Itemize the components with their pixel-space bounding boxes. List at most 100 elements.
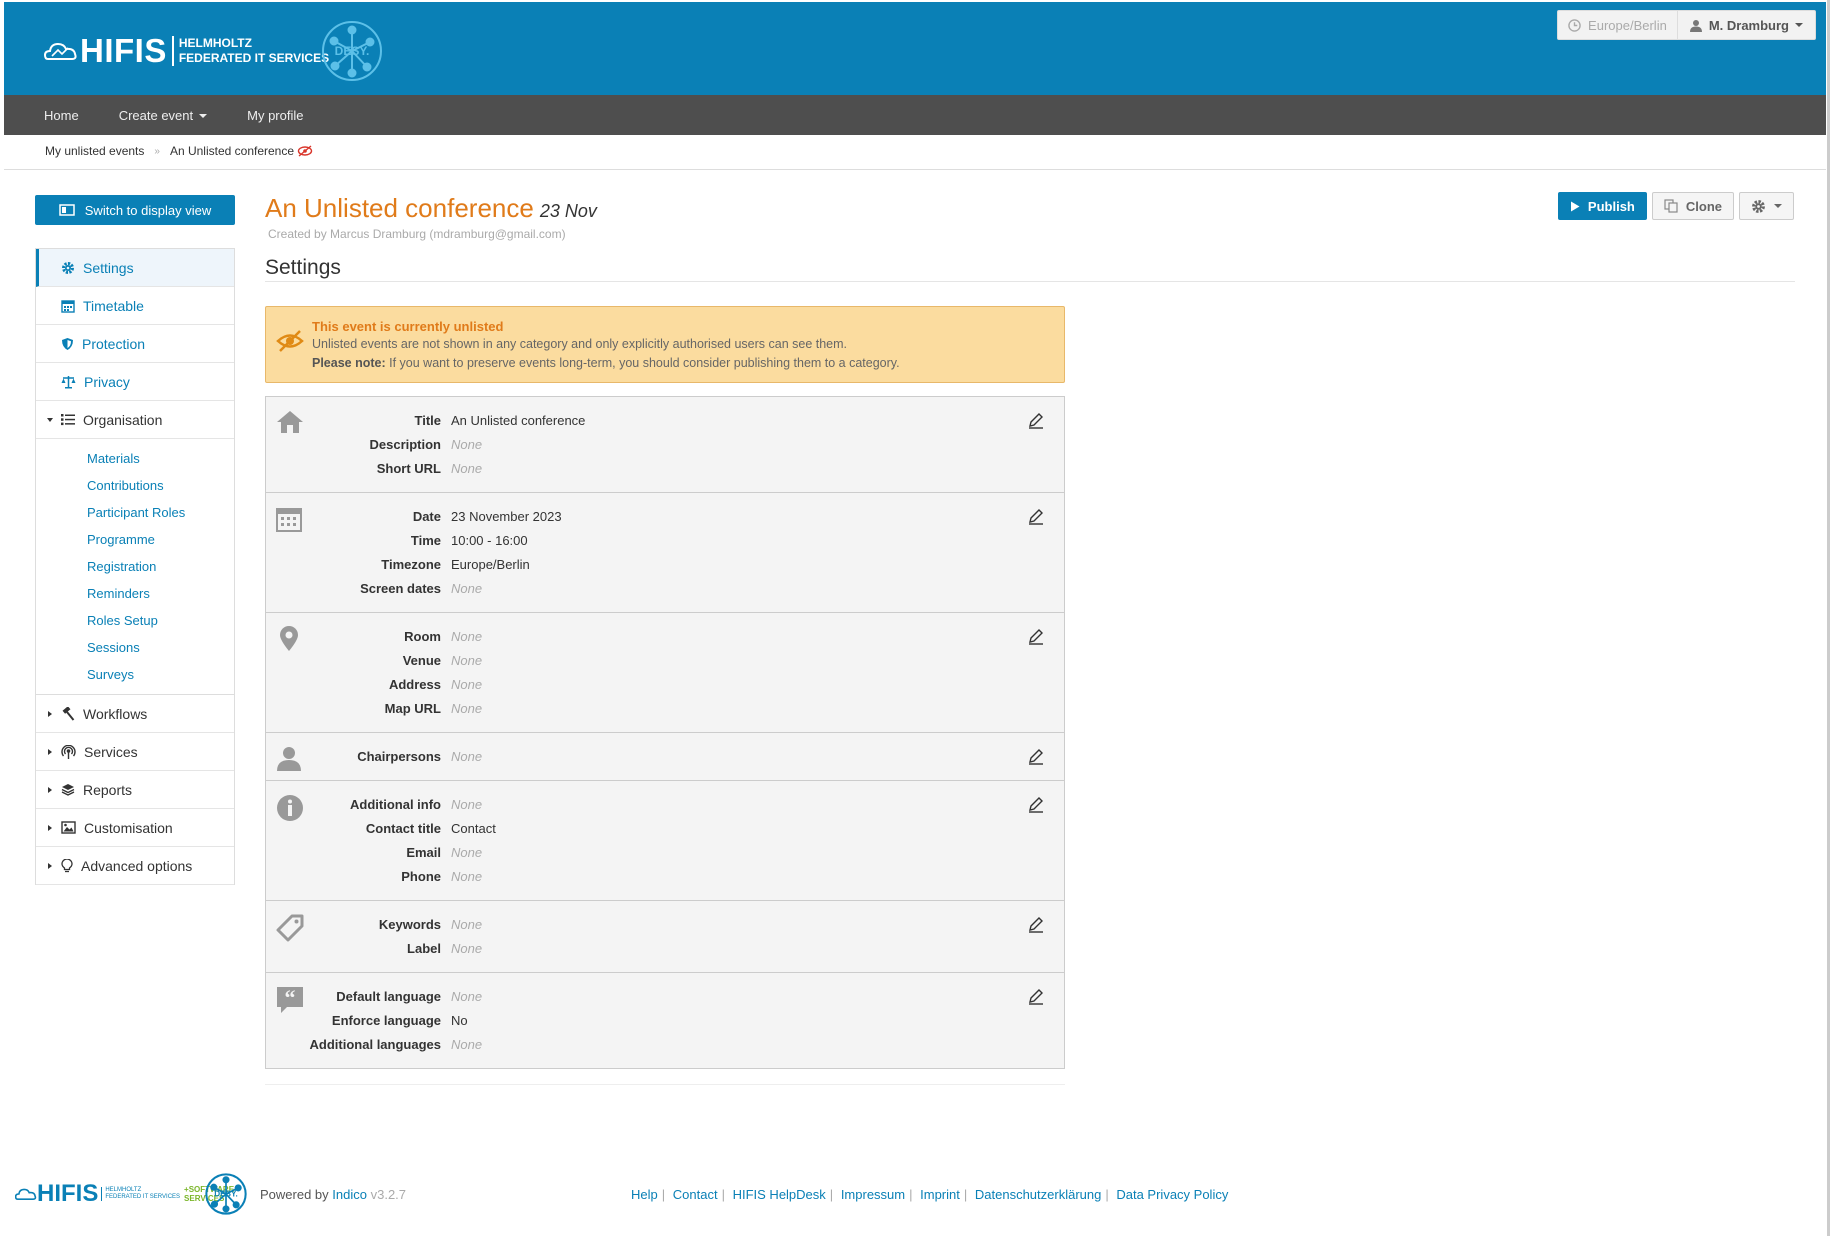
created-by: Created by Marcus Dramburg (mdramburg@gm… — [268, 227, 566, 241]
user-controls: Europe/Berlin M. Dramburg — [1557, 10, 1816, 40]
footer-link-helpdesk[interactable]: HIFIS HelpDesk — [733, 1187, 826, 1202]
eye-slash-icon — [297, 145, 313, 157]
footer-brand-word: HIFIS — [37, 1180, 99, 1207]
sidebar-subitem-registration[interactable]: Registration — [36, 553, 234, 580]
sidebar-subitem-roles-setup[interactable]: Roles Setup — [36, 607, 234, 634]
field-value: None — [451, 580, 483, 596]
sidebar-subitem-reminders[interactable]: Reminders — [36, 580, 234, 607]
sidebar-item-reports[interactable]: Reports — [36, 771, 234, 809]
sidebar-subitem-contributions[interactable]: Contributions — [36, 472, 234, 499]
field-value: None — [451, 700, 483, 716]
timezone-button[interactable]: Europe/Berlin — [1558, 11, 1678, 39]
field-label: Time — [410, 532, 441, 548]
clone-button[interactable]: Clone — [1651, 192, 1734, 220]
user-menu-button[interactable]: M. Dramburg — [1678, 11, 1815, 39]
footer-link-datenschutz[interactable]: Datenschutzerklärung — [975, 1187, 1101, 1202]
event-title: An Unlisted conference 23 Nov — [265, 193, 597, 224]
field-value: None — [451, 988, 483, 1004]
sidebar-subitem-programme[interactable]: Programme — [36, 526, 234, 553]
breadcrumb-parent[interactable]: My unlisted events — [45, 144, 144, 158]
footer-link-impressum[interactable]: Impressum — [841, 1187, 905, 1202]
field-row: Time 10:00 - 16:00 — [266, 528, 1064, 552]
field-label: Additional languages — [309, 1036, 441, 1052]
breadcrumb-current[interactable]: An Unlisted conference — [170, 144, 294, 158]
scale-icon — [61, 375, 76, 388]
publish-label: Publish — [1587, 198, 1635, 214]
field-row: Default language None — [266, 984, 1064, 1008]
field-value: None — [451, 628, 483, 644]
sidebar-item-label: Privacy — [84, 373, 130, 390]
footer-link-contact[interactable]: Contact — [673, 1187, 718, 1202]
settings-section-general: Title An Unlisted conference Description N… — [266, 397, 1064, 493]
hifis-logo[interactable]: HIFIS HELMHOLTZ FEDERATED IT SERVICES — [44, 32, 329, 70]
menu-my-profile[interactable]: My profile — [227, 108, 323, 123]
chevron-down-icon — [1774, 204, 1782, 208]
field-label: Email — [406, 844, 441, 860]
sidebar-subitem-sessions[interactable]: Sessions — [36, 634, 234, 661]
sidebar-item-timetable[interactable]: Timetable — [36, 287, 234, 325]
menu-home[interactable]: Home — [4, 108, 99, 123]
pencil-icon[interactable] — [1027, 627, 1045, 645]
sidebar-item-customisation[interactable]: Customisation — [36, 809, 234, 847]
field-label: Address — [388, 676, 441, 692]
sidebar-item-workflows[interactable]: Workflows — [36, 695, 234, 733]
header-banner: HIFIS HELMHOLTZ FEDERATED IT SERVICES DE… — [4, 2, 1826, 95]
timezone-label: Europe/Berlin — [1588, 17, 1667, 33]
pencil-icon[interactable] — [1027, 507, 1045, 525]
pencil-icon[interactable] — [1027, 915, 1045, 933]
footer-link-help[interactable]: Help — [631, 1187, 658, 1202]
field-row: Title An Unlisted conference — [266, 408, 1064, 432]
field-value: An Unlisted conference — [451, 412, 586, 428]
field-value: Europe/Berlin — [451, 556, 530, 572]
divider — [265, 281, 1795, 282]
sidebar-item-label: Advanced options — [81, 857, 193, 874]
sidebar-item-settings[interactable]: Settings — [36, 249, 234, 287]
field-row: Description None — [266, 432, 1064, 456]
caret-right-icon — [48, 749, 52, 755]
pencil-icon[interactable] — [1027, 987, 1045, 1005]
desy-text: DESY. — [214, 1190, 237, 1199]
event-title-text: An Unlisted conference — [265, 193, 534, 223]
cloud-logo-icon — [44, 42, 77, 60]
footer-brand-subtitle: HELMHOLTZ FEDERATED IT SERVICES — [101, 1187, 180, 1201]
quote-icon: “ — [277, 985, 303, 1013]
pencil-icon[interactable] — [1027, 411, 1045, 429]
switch-to-display-view-button[interactable]: Switch to display view — [35, 195, 235, 225]
warning-note-text: If you want to preserve events long-term… — [389, 356, 900, 370]
sidebar-item-organisation[interactable]: Organisation — [36, 401, 234, 439]
field-value: Contact — [451, 820, 496, 836]
event-date: 23 Nov — [539, 201, 597, 221]
field-row: Keywords None — [266, 912, 1064, 936]
field-label: Screen dates — [360, 580, 441, 596]
sidebar-item-advanced-options[interactable]: Advanced options — [36, 847, 234, 885]
menu-create-event[interactable]: Create event — [99, 108, 227, 123]
info-icon — [277, 795, 303, 821]
sidebar-item-label: Protection — [82, 335, 146, 352]
sidebar-item-services[interactable]: Services — [36, 733, 234, 771]
settings-section-location: Room None Venue None Address None Map URL No… — [266, 613, 1064, 733]
sidebar-subitem-participant-roles[interactable]: Participant Roles — [36, 499, 234, 526]
indico-link[interactable]: Indico — [332, 1187, 367, 1202]
powered-by-label: Powered by — [260, 1187, 329, 1202]
home-icon — [277, 411, 303, 433]
field-row: Email None — [266, 840, 1064, 864]
sidebar-item-privacy[interactable]: Privacy — [36, 363, 234, 401]
footer-link-imprint[interactable]: Imprint — [920, 1187, 960, 1202]
warning-title: This event is currently unlisted — [312, 319, 504, 334]
field-row: Additional languages None — [266, 1032, 1064, 1056]
footer-hifis-logo[interactable]: HIFIS HELMHOLTZ FEDERATED IT SERVICES +SO… — [15, 1180, 234, 1208]
brand-word: HIFIS — [80, 32, 167, 69]
pencil-icon[interactable] — [1027, 747, 1045, 765]
settings-dropdown-button[interactable] — [1739, 192, 1794, 220]
calendar-icon — [276, 508, 302, 532]
field-row: Timezone Europe/Berlin — [266, 552, 1064, 576]
field-label: Description — [369, 436, 441, 452]
field-row: Short URL None — [266, 456, 1064, 480]
sidebar-subitem-materials[interactable]: Materials — [36, 445, 234, 472]
field-row: Phone None — [266, 864, 1064, 888]
footer-link-data-privacy[interactable]: Data Privacy Policy — [1116, 1187, 1228, 1202]
sidebar-subitem-surveys[interactable]: Surveys — [36, 661, 234, 688]
publish-button[interactable]: Publish — [1557, 192, 1647, 220]
pencil-icon[interactable] — [1027, 795, 1045, 813]
sidebar-item-protection[interactable]: Protection — [36, 325, 234, 363]
